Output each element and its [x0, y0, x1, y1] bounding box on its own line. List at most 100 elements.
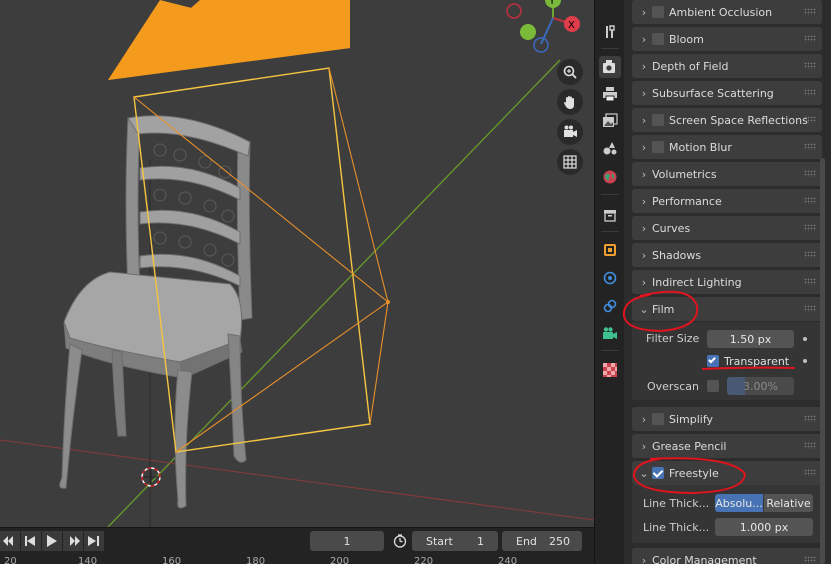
overscan-label: Overscan — [647, 380, 699, 393]
panel-label: Curves — [652, 221, 691, 235]
panel-checkbox[interactable] — [652, 141, 664, 153]
jump-end-button[interactable] — [84, 531, 104, 551]
panel-label: Shadows — [652, 248, 702, 262]
render-tab[interactable] — [599, 56, 621, 78]
panel-depth-of-field[interactable]: › Depth of Field — [632, 54, 822, 78]
drag-handle-icon[interactable] — [804, 251, 816, 258]
tool-tab[interactable] — [599, 21, 621, 43]
panel-subsurface-scattering[interactable]: › Subsurface Scattering — [632, 81, 822, 105]
panel-checkbox[interactable] — [652, 413, 664, 425]
keyframe-dot-icon[interactable] — [803, 337, 807, 341]
texture-tab[interactable] — [599, 359, 621, 381]
drag-handle-icon[interactable] — [804, 89, 816, 96]
end-label: End — [516, 534, 537, 548]
drag-handle-icon[interactable] — [804, 224, 816, 231]
drag-handle-icon[interactable] — [804, 415, 816, 422]
line-thickness-field[interactable]: 1.000 px — [715, 518, 813, 536]
panel-freestyle[interactable]: ⌄ Freestyle — [632, 461, 822, 485]
drag-handle-icon[interactable] — [804, 278, 816, 285]
chair-model — [59, 115, 253, 509]
drag-handle-icon[interactable] — [804, 170, 816, 177]
overscan-checkbox[interactable] — [707, 380, 719, 392]
drag-handle-icon[interactable] — [804, 143, 816, 150]
panel-checkbox[interactable] — [652, 114, 664, 126]
panel-label: Grease Pencil — [652, 439, 727, 453]
x-axis-line — [0, 439, 594, 521]
collection-tab[interactable] — [599, 204, 621, 226]
ruler-tick: 20 — [4, 556, 17, 564]
panel-curves[interactable]: › Curves — [632, 216, 822, 240]
line-thickness-mode-label: Line Thick... — [643, 497, 710, 510]
drag-handle-icon[interactable] — [804, 556, 816, 563]
end-value: 250 — [549, 534, 570, 548]
chevron-right-icon: › — [641, 248, 647, 262]
hand-icon — [564, 96, 574, 109]
keyframe-dot-icon[interactable] — [803, 359, 807, 363]
panel-performance[interactable]: › Performance — [632, 189, 822, 213]
prev-frame-button[interactable] — [21, 531, 41, 551]
freestyle-checkbox[interactable] — [652, 467, 664, 479]
physics-tab[interactable] — [599, 267, 621, 289]
properties-scrollbar[interactable] — [820, 158, 825, 564]
panel-motion-blur[interactable]: › Motion Blur — [632, 135, 822, 159]
ortho-toggle-button[interactable] — [557, 149, 583, 175]
ruler-tick: 240 — [498, 556, 518, 564]
panel-label: Color Management — [652, 553, 757, 564]
end-frame-field[interactable]: End 250 — [502, 531, 582, 551]
panel-color-management[interactable]: › Color Management — [632, 548, 822, 564]
next-keyframe-button[interactable] — [63, 531, 83, 551]
svg-text:X: X — [568, 20, 575, 31]
jump-start-button[interactable] — [0, 531, 20, 551]
panel-volumetrics[interactable]: › Volumetrics — [632, 162, 822, 186]
drag-handle-icon[interactable] — [804, 197, 816, 204]
timeline-bar: 1 Start 1 End 250 20 140 160 180 200 220… — [0, 527, 594, 564]
transparent-checkbox[interactable]: Transparent — [707, 353, 797, 369]
chevron-right-icon: › — [641, 140, 647, 154]
panel-label: Simplify — [669, 412, 714, 426]
overscan-fill — [727, 377, 745, 395]
panel-ambient-occlusion[interactable]: › Ambient Occlusion — [632, 0, 822, 24]
mode-absolute-button[interactable]: Absolu... — [715, 494, 763, 512]
render-properties-panel: › Ambient Occlusion › Bloom › Depth of F… — [624, 0, 831, 564]
drag-handle-icon[interactable] — [804, 469, 816, 476]
panel-label: Motion Blur — [669, 140, 732, 154]
drag-handle-icon[interactable] — [804, 8, 816, 15]
panel-simplify[interactable]: › Simplify — [632, 407, 822, 431]
mode-relative-button[interactable]: Relative — [764, 494, 813, 512]
panel-checkbox[interactable] — [652, 33, 664, 45]
ruler-tick: 140 — [78, 556, 98, 564]
scene-canvas: X — [0, 0, 594, 527]
object-tab[interactable] — [599, 239, 621, 261]
scene-tab[interactable] — [599, 137, 621, 159]
world-tab[interactable] — [599, 166, 621, 188]
panel-shadows[interactable]: › Shadows — [632, 243, 822, 267]
play-button[interactable] — [42, 531, 62, 551]
drag-handle-icon[interactable] — [804, 305, 816, 312]
start-frame-field[interactable]: Start 1 — [412, 531, 498, 551]
pan-button[interactable] — [557, 89, 583, 115]
panel-checkbox[interactable] — [652, 6, 664, 18]
panel-indirect-lighting[interactable]: › Indirect Lighting — [632, 270, 822, 294]
drag-handle-icon[interactable] — [804, 62, 816, 69]
constraints-tab[interactable] — [599, 295, 621, 317]
jump-keyframe-back-icon — [3, 536, 13, 546]
zoom-button[interactable] — [557, 59, 583, 85]
panel-grease-pencil[interactable]: › Grease Pencil — [632, 434, 822, 458]
current-frame-field[interactable]: 1 — [310, 531, 384, 551]
drag-handle-icon[interactable] — [804, 442, 816, 449]
3d-viewport[interactable]: X Y — [0, 0, 594, 527]
drag-handle-icon[interactable] — [804, 116, 816, 123]
panel-film[interactable]: ⌄ Film — [632, 297, 822, 321]
preview-range-button[interactable] — [390, 531, 410, 551]
filter-size-field[interactable]: 1.50 px — [707, 330, 794, 348]
output-tab[interactable] — [599, 83, 621, 105]
current-frame-value: 1 — [343, 534, 351, 548]
data-tab[interactable] — [599, 323, 621, 345]
panel-bloom[interactable]: › Bloom — [632, 27, 822, 51]
panel-label: Bloom — [669, 32, 704, 46]
drag-handle-icon[interactable] — [804, 35, 816, 42]
shapes-icon — [603, 142, 617, 155]
panel-screen-space-reflections[interactable]: › Screen Space Reflections — [632, 108, 822, 132]
view-layer-tab[interactable] — [599, 110, 621, 132]
camera-view-button[interactable] — [557, 119, 583, 145]
